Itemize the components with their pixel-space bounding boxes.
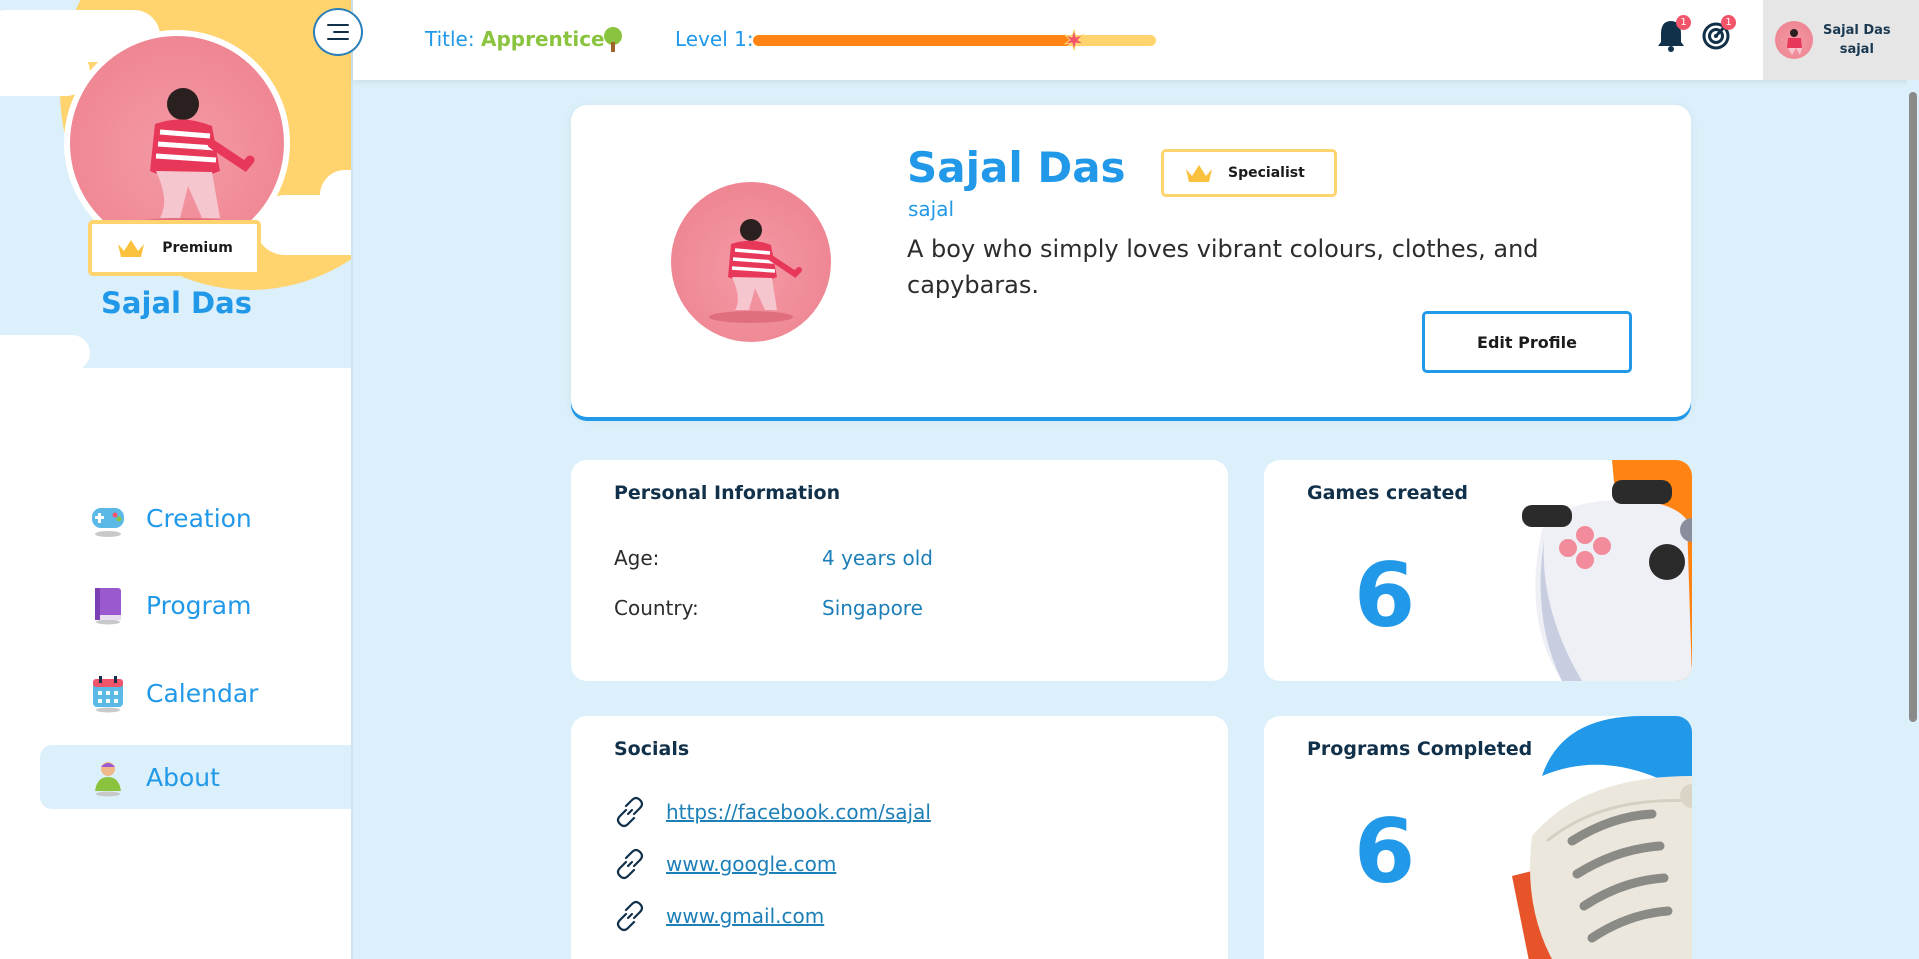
age-value: 4 years old [822,546,933,570]
user-menu-handle: sajal [1839,42,1874,57]
social-link[interactable]: https://facebook.com/sajal [666,800,931,824]
gamepad-icon [88,498,128,538]
profile-bio: A boy who simply loves vibrant colours, … [907,235,1539,299]
sidebar-item-about[interactable]: About [40,745,351,809]
sidebar: Premium Sajal Das Creation Program Calen… [0,0,353,959]
programs-completed-count: 6 [1354,800,1416,903]
country-label: Country: [614,596,699,620]
card-title: Programs Completed [1307,738,1533,760]
crown-icon [118,240,145,257]
level-progress-bar [753,35,1156,46]
title-value: Apprentice [481,27,605,51]
menu-toggle-button[interactable] [313,8,363,56]
user-menu[interactable]: Sajal Das sajal [1763,0,1919,80]
hamburger-icon [333,31,349,33]
link-icon [616,848,644,880]
spark-icon [1063,29,1085,51]
avatar [1775,21,1813,59]
card-title: Socials [614,738,690,760]
avatar-figure-icon [709,219,802,323]
sidebar-item-label: Program [146,590,252,620]
social-link[interactable]: www.google.com [666,852,836,876]
social-link-row: www.google.com [614,848,836,880]
social-link[interactable]: www.gmail.com [666,904,824,928]
premium-badge-label: Premium [162,240,233,256]
profile-card: Sajal Das sajal Specialist A boy who sim… [571,105,1691,417]
notifications-button[interactable]: 1 [1656,15,1691,56]
level-progress-fill [753,35,1072,46]
person-icon [88,757,128,797]
goals-button[interactable]: 1 [1701,15,1736,54]
sidebar-user-name: Sajal Das [101,286,252,320]
cloud-decoration [0,335,90,371]
age-label: Age: [614,546,660,570]
hamburger-icon [327,38,349,40]
premium-badge: Premium [88,220,261,276]
profile-name: Sajal Das [907,143,1126,192]
book-icon [88,585,128,625]
gamepad-icon [1522,460,1692,681]
hamburger-icon [327,24,349,26]
games-created-count: 6 [1354,544,1416,647]
edit-profile-button[interactable]: Edit Profile [1422,311,1632,373]
link-icon [616,900,644,932]
notifications-count-badge: 1 [1676,15,1691,30]
sidebar-item-creation[interactable]: Creation [40,486,351,550]
sidebar-item-label: Calendar [146,678,259,708]
user-menu-text: Sajal Das sajal [1823,21,1891,59]
sidebar-item-calendar[interactable]: Calendar [40,661,351,725]
sidebar-item-program[interactable]: Program [40,573,351,637]
card-title: Personal Information [614,482,841,504]
specialist-badge-label: Specialist [1228,165,1305,181]
crown-icon [1186,165,1212,182]
social-link-row: https://facebook.com/sajal [614,796,931,828]
cloud-decoration [0,368,351,428]
level-label: Level 1: [675,27,754,51]
tree-icon [604,27,622,52]
games-created-card: Games created 6 [1264,460,1692,681]
personal-information-card: Personal Information Age: 4 years old Co… [571,460,1228,681]
country-value: Singapore [822,596,923,620]
avatar-figure-icon [1787,29,1802,55]
profile-username: sajal [908,197,955,221]
profile-avatar [671,182,831,342]
social-link-row: www.gmail.com [614,900,824,932]
sidebar-item-label: About [146,762,220,792]
card-title: Games created [1307,482,1468,504]
goals-count-badge: 1 [1721,15,1736,30]
top-bar: Title: Apprentice Level 1: 1 1 Sajal Das… [353,0,1919,80]
programs-completed-card: Programs Completed 6 [1264,716,1692,959]
specialist-badge: Specialist [1161,149,1337,197]
calendar-icon [88,673,128,713]
scrollbar-thumb[interactable] [1909,92,1917,722]
user-menu-name: Sajal Das [1823,23,1891,38]
title-label: Title: [425,27,475,51]
socials-card: Socials https://facebook.com/sajal www.g… [571,716,1228,959]
link-icon [616,796,644,828]
sidebar-item-label: Creation [146,503,252,533]
